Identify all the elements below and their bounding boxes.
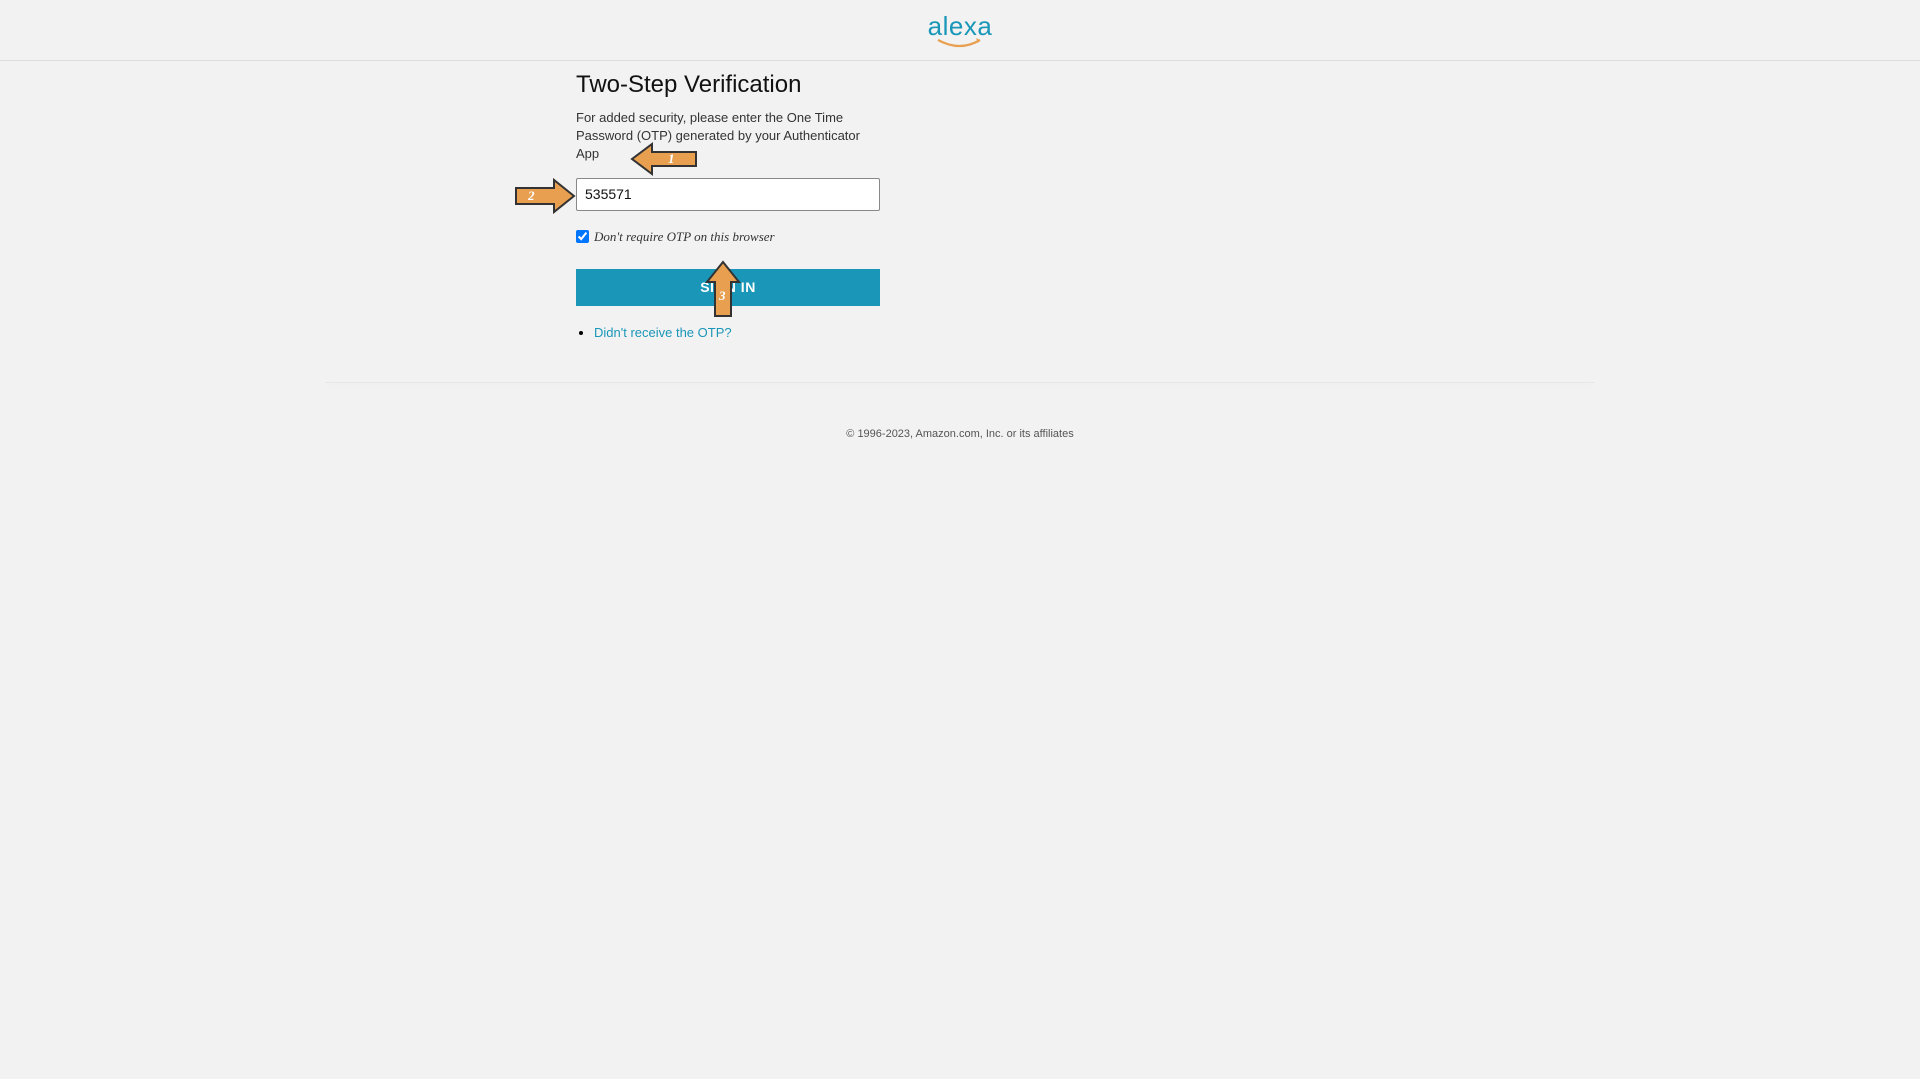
header: alexa [0,0,1920,61]
alexa-logo[interactable]: alexa [928,11,993,50]
remember-browser-label: Don't require OTP on this browser [594,229,775,245]
signin-button[interactable]: SIGN IN [576,269,880,306]
remember-browser-checkbox[interactable] [576,230,589,243]
smile-icon [936,38,984,50]
remember-browser-row: Don't require OTP on this browser [576,229,880,245]
otp-input[interactable] [576,178,880,211]
help-list: Didn't receive the OTP? [576,324,880,342]
help-list-item: Didn't receive the OTP? [594,324,880,342]
verification-form: Two-Step Verification For added security… [576,71,880,342]
page-title: Two-Step Verification [576,71,880,99]
footer: © 1996-2023, Amazon.com, Inc. or its aff… [0,383,1920,440]
form-description: For added security, please enter the One… [576,109,880,164]
didnt-receive-otp-link[interactable]: Didn't receive the OTP? [594,325,732,340]
main-content: Two-Step Verification For added security… [0,61,1920,382]
copyright-text: © 1996-2023, Amazon.com, Inc. or its aff… [846,428,1073,440]
